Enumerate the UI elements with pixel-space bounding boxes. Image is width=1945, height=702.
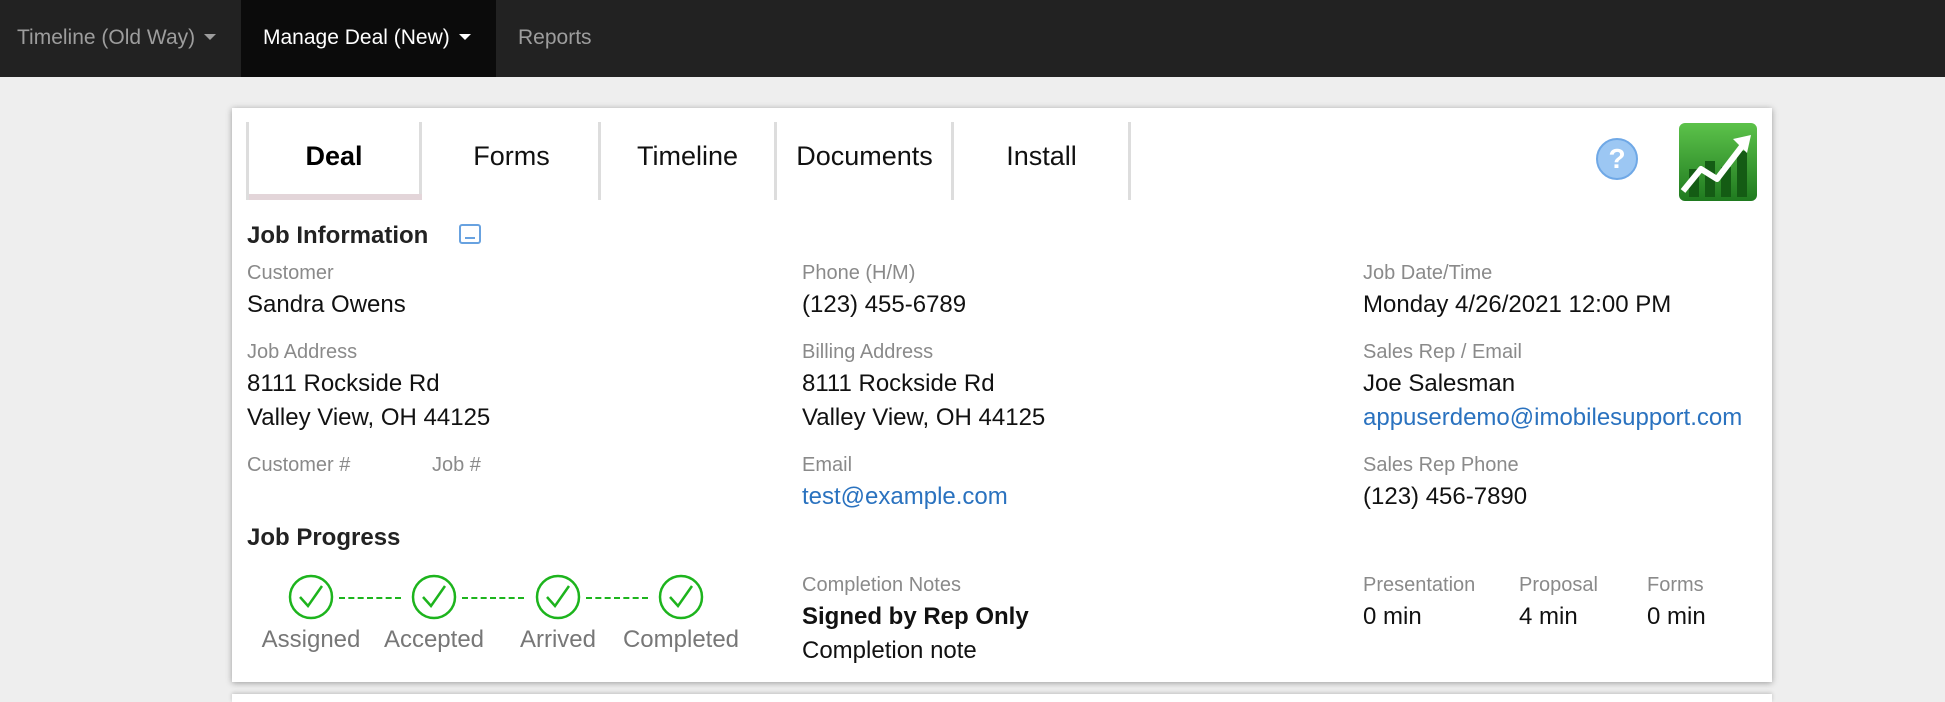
nav-timeline-old-way-label: Timeline (Old Way) <box>17 26 196 49</box>
progress-step-assigned: Assigned <box>251 574 371 654</box>
tab-forms-label: Forms <box>473 141 550 171</box>
proposal-label: Proposal <box>1519 574 1598 596</box>
job-datetime-label: Job Date/Time <box>1363 262 1493 284</box>
progress-step-arrived: Arrived <box>498 574 618 654</box>
nav-manage-deal-label: Manage Deal (New) <box>263 26 450 49</box>
tab-deal[interactable]: Deal <box>246 122 422 200</box>
completion-notes-label: Completion Notes <box>802 574 961 596</box>
caret-down-icon <box>204 33 217 40</box>
tab-install[interactable]: Install <box>955 122 1131 200</box>
help-glyph: ? <box>1608 143 1626 174</box>
deal-card: Deal Forms Timeline Documents Install ? … <box>232 108 1772 682</box>
progress-step-accepted: Accepted <box>374 574 494 654</box>
edit-icon[interactable] <box>459 224 481 244</box>
app-logo-icon <box>1679 123 1757 201</box>
sales-rep-label: Sales Rep / Email <box>1363 341 1522 363</box>
customer-number-label: Customer # <box>247 454 351 476</box>
help-icon[interactable]: ? <box>1596 138 1638 180</box>
completion-status: Signed by Rep Only <box>802 603 1029 630</box>
job-progress-title: Job Progress <box>247 524 401 551</box>
job-address-label: Job Address <box>247 341 358 363</box>
progress-step-completed: Completed <box>621 574 741 654</box>
sales-rep-phone-value: (123) 456-7890 <box>1363 483 1528 510</box>
customer-name: Sandra Owens <box>247 291 406 318</box>
customer-label: Customer <box>247 262 334 284</box>
presentation-label: Presentation <box>1363 574 1476 596</box>
progress-step-label: Arrived <box>519 626 597 653</box>
top-navbar: Timeline (Old Way) Manage Deal (New) Rep… <box>0 0 1945 77</box>
tab-deal-label: Deal <box>305 141 363 171</box>
completion-note: Completion note <box>802 637 977 664</box>
nav-timeline-old-way[interactable]: Timeline (Old Way) <box>0 0 233 77</box>
phone-label: Phone (H/M) <box>802 262 916 284</box>
job-number-label: Job # <box>432 454 481 476</box>
progress-step-label: Accepted <box>383 626 485 653</box>
job-progress-tracker: Assigned Accepted Arrived Completed <box>252 574 752 654</box>
phone-value: (123) 455-6789 <box>802 291 967 318</box>
nav-reports[interactable]: Reports <box>518 0 592 77</box>
proposal-value: 4 min <box>1519 603 1578 630</box>
check-circle-icon <box>658 574 704 620</box>
billing-address-label: Billing Address <box>802 341 934 363</box>
tab-timeline-label: Timeline <box>636 141 739 171</box>
tab-timeline[interactable]: Timeline <box>601 122 777 200</box>
tab-forms[interactable]: Forms <box>425 122 601 200</box>
progress-step-label: Assigned <box>261 626 361 653</box>
job-information-title: Job Information <box>247 222 429 249</box>
forms-time-value: 0 min <box>1647 603 1706 630</box>
job-datetime-value: Monday 4/26/2021 12:00 PM <box>1363 291 1672 318</box>
nav-reports-label: Reports <box>518 26 592 49</box>
nav-manage-deal[interactable]: Manage Deal (New) <box>241 0 496 77</box>
billing-address-line1: 8111 Rockside Rd <box>802 370 995 397</box>
presentation-value: 0 min <box>1363 603 1422 630</box>
job-address-line1: 8111 Rockside Rd <box>247 370 440 397</box>
progress-step-label: Completed <box>622 626 740 653</box>
check-circle-icon <box>535 574 581 620</box>
forms-time-label: Forms <box>1647 574 1704 596</box>
tab-documents-label: Documents <box>796 141 933 171</box>
sales-rep-name: Joe Salesman <box>1363 370 1516 397</box>
sales-rep-email-link[interactable]: appuserdemo@imobilesupport.com <box>1363 404 1742 432</box>
caret-down-icon <box>458 33 471 40</box>
tab-documents[interactable]: Documents <box>778 122 954 200</box>
job-address-line2: Valley View, OH 44125 <box>247 404 491 431</box>
sales-rep-phone-label: Sales Rep Phone <box>1363 454 1519 476</box>
email-label: Email <box>802 454 853 476</box>
next-card-edge <box>232 694 1772 702</box>
check-circle-icon <box>288 574 334 620</box>
tab-install-label: Install <box>1006 141 1077 171</box>
billing-address-line2: Valley View, OH 44125 <box>802 404 1046 431</box>
check-circle-icon <box>411 574 457 620</box>
customer-email-link[interactable]: test@example.com <box>802 483 1008 511</box>
